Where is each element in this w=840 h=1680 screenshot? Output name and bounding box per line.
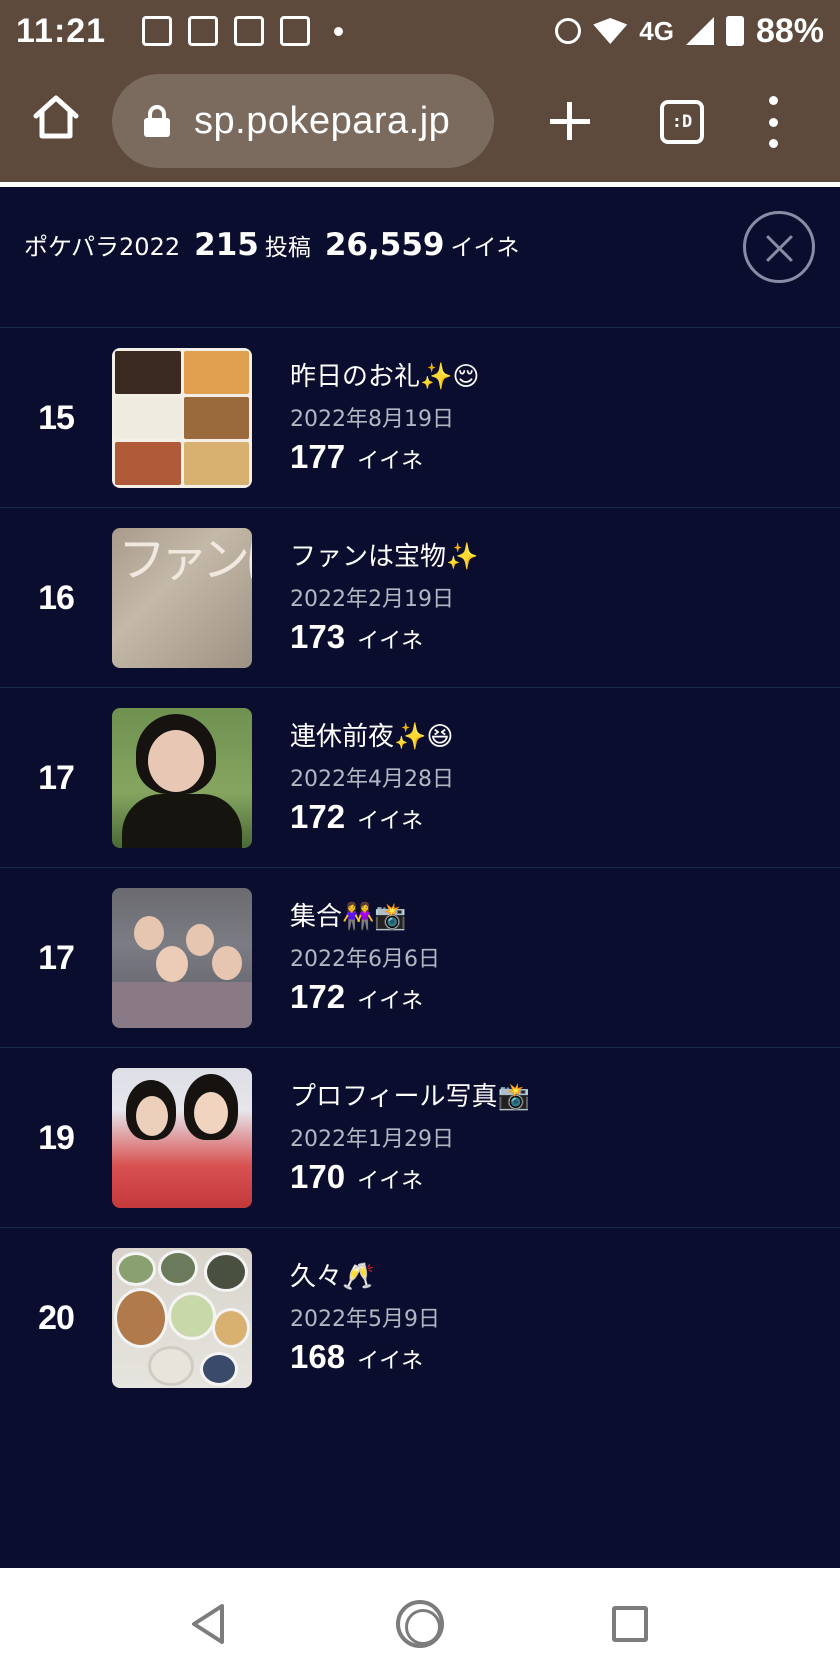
post-likes: 170 イイネ <box>290 1158 423 1196</box>
notification-icons <box>142 16 344 46</box>
likes-unit: イイネ <box>357 629 424 654</box>
likes-unit: イイネ <box>357 809 424 834</box>
tab-switcher-button[interactable]: :D <box>660 100 704 144</box>
summary-title: ポケパラ2022 <box>24 233 181 261</box>
system-status: 4G 88% <box>555 12 824 51</box>
posts-unit: 投稿 <box>264 235 311 261</box>
post-date: 2022年6月6日 <box>290 947 440 972</box>
total-likes-unit: イイネ <box>450 235 520 261</box>
ranking-item[interactable]: 16 ファンは宝物 ファンは宝物✨ 2022年2月19日 173 イイネ <box>0 507 840 687</box>
download-notification-icon <box>234 16 265 46</box>
post-thumbnail[interactable] <box>112 348 252 488</box>
likes-count: 172 <box>290 798 346 835</box>
address-bar[interactable]: sp.pokepara.jp <box>112 74 494 168</box>
menu-dot-icon <box>768 139 778 148</box>
post-title: ファンは宝物✨ <box>290 542 479 572</box>
likes-count: 172 <box>290 978 346 1015</box>
recent-apps-icon[interactable] <box>612 1606 648 1642</box>
post-title: プロフィール写真📸 <box>290 1082 530 1112</box>
ranking-item[interactable]: 15 昨日のお礼✨😌 2022年8月19日 177 イイネ <box>0 327 840 507</box>
network-type: 4G <box>639 15 674 46</box>
post-date: 2022年5月9日 <box>290 1307 440 1332</box>
lock-icon <box>144 105 170 137</box>
rank-number: 16 <box>38 578 75 617</box>
post-likes: 173 イイネ <box>290 618 423 656</box>
vibrate-icon <box>555 18 582 44</box>
summary-header: ポケパラ2022 215 投稿 26,559 イイネ <box>0 187 840 327</box>
likes-count: 173 <box>290 618 346 655</box>
post-date: 2022年1月29日 <box>290 1127 454 1152</box>
au-wifi-notification-icon <box>280 16 311 46</box>
sand-writing: ファンは宝物 <box>118 532 252 588</box>
ranking-list: 15 昨日のお礼✨😌 2022年8月19日 177 イイネ 16 ファンは宝物 … <box>0 327 840 1407</box>
menu-dot-icon <box>768 96 778 105</box>
summary-stats: ポケパラ2022 215 投稿 26,559 イイネ <box>24 227 519 263</box>
signal-icon <box>685 17 714 45</box>
likes-count: 177 <box>290 438 346 475</box>
home-circle-icon[interactable] <box>396 1600 444 1648</box>
ranking-item[interactable]: 17 集合👭📸 2022年6月6日 172 イイネ <box>0 867 840 1047</box>
ranking-item[interactable]: 20 久々🥂 2022年5月9日 168 イイネ <box>0 1227 840 1407</box>
battery-icon <box>725 16 744 46</box>
post-thumbnail[interactable] <box>112 888 252 1028</box>
ranking-item[interactable]: 19 プロフィール写真📸 2022年1月29日 170 イイネ <box>0 1047 840 1227</box>
battery-level: 88% <box>755 11 824 50</box>
gallery-notification-icon <box>142 16 173 46</box>
post-thumbnail[interactable]: ファンは宝物 <box>112 528 252 668</box>
post-thumbnail[interactable] <box>112 708 252 848</box>
rank-number: 15 <box>38 398 75 437</box>
post-title: 集合👭📸 <box>290 902 407 932</box>
system-nav-bar <box>0 1568 840 1680</box>
more-notifications-icon <box>334 26 344 36</box>
new-tab-button[interactable] <box>548 100 592 144</box>
wifi-icon <box>593 18 628 44</box>
home-icon[interactable] <box>30 90 82 142</box>
status-time: 11:21 <box>16 11 107 50</box>
post-date: 2022年4月28日 <box>290 767 454 792</box>
more-menu-button[interactable] <box>766 96 780 148</box>
total-likes-count: 26,559 <box>324 227 445 263</box>
rank-number: 19 <box>38 1118 75 1157</box>
browser-toolbar: sp.pokepara.jp :D <box>0 62 840 182</box>
likes-unit: イイネ <box>357 989 424 1014</box>
rank-number: 17 <box>38 938 75 977</box>
au-notification-icon <box>188 16 219 46</box>
rank-number: 17 <box>38 758 75 797</box>
post-likes: 168 イイネ <box>290 1338 423 1376</box>
url-text: sp.pokepara.jp <box>194 99 451 142</box>
close-button[interactable] <box>743 211 815 283</box>
back-icon[interactable] <box>188 1602 228 1646</box>
post-thumbnail[interactable] <box>112 1068 252 1208</box>
likes-count: 170 <box>290 1158 346 1195</box>
rank-number: 20 <box>38 1298 75 1337</box>
post-likes: 172 イイネ <box>290 798 423 836</box>
likes-count: 168 <box>290 1338 346 1375</box>
post-title: 連休前夜✨😆 <box>290 722 454 752</box>
post-likes: 177 イイネ <box>290 438 423 476</box>
post-title: 久々🥂 <box>290 1262 375 1292</box>
post-thumbnail[interactable] <box>112 1248 252 1388</box>
ranking-item[interactable]: 17 連休前夜✨😆 2022年4月28日 172 イイネ <box>0 687 840 867</box>
posts-count: 215 <box>194 227 259 263</box>
post-title: 昨日のお礼✨😌 <box>290 362 480 392</box>
likes-unit: イイネ <box>357 1349 424 1374</box>
post-likes: 172 イイネ <box>290 978 423 1016</box>
likes-unit: イイネ <box>357 1169 424 1194</box>
likes-unit: イイネ <box>357 449 424 474</box>
status-bar: 11:21 4G 88% <box>0 0 840 62</box>
post-date: 2022年2月19日 <box>290 587 454 612</box>
post-date: 2022年8月19日 <box>290 407 454 432</box>
menu-dot-icon <box>768 117 778 127</box>
